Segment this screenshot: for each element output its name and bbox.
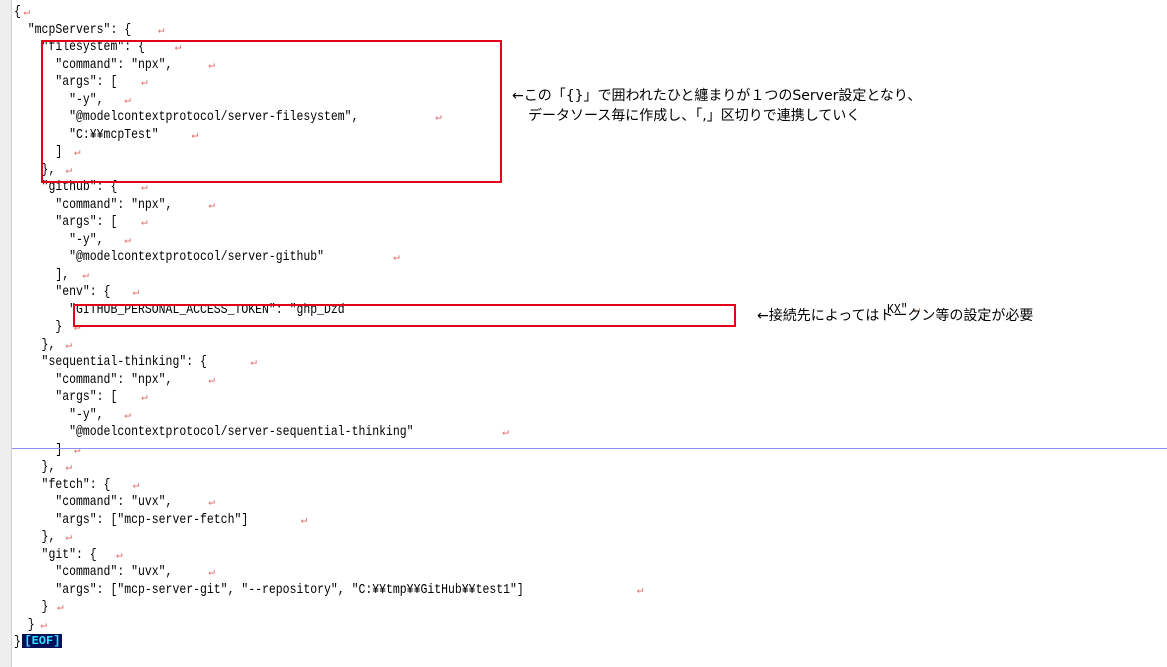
newline-mark: ↵: [141, 217, 148, 229]
code-line: }, ↵: [14, 529, 920, 547]
code-line: "@modelcontextprotocol/server-sequential…: [14, 424, 920, 442]
newline-mark: ↵: [250, 357, 257, 369]
newline-mark: ↵: [141, 182, 148, 194]
code-text: "args": [: [14, 389, 118, 405]
newline-mark: ↵: [208, 567, 215, 579]
code-line: "git": { ↵: [14, 547, 920, 565]
code-text: "command": "uvx",: [14, 564, 173, 580]
editor-gutter: [0, 0, 12, 667]
code-text: }: [14, 634, 21, 650]
newline-mark: ↵: [132, 479, 140, 492]
code-text: "fetch": {: [14, 476, 111, 493]
newline-mark: ↵: [157, 24, 165, 37]
newline-mark: ↵: [124, 234, 131, 247]
code-text: "env": {: [14, 284, 111, 300]
code-line: "@modelcontextprotocol/server-github" ↵: [14, 249, 920, 267]
code-text: }: [14, 599, 49, 615]
code-line: } ↵: [14, 599, 920, 617]
code-text: "args": ["mcp-server-git", "--repository…: [14, 581, 524, 598]
code-text: }: [14, 319, 63, 335]
code-line: "command": "uvx", ↵: [14, 494, 920, 512]
code-text: "-y",: [14, 231, 104, 248]
code-line: }, ↵: [14, 337, 920, 355]
newline-mark: ↵: [65, 532, 73, 544]
code-text: "command": "npx",: [14, 196, 173, 213]
code-line: "command": "npx", ↵: [14, 197, 920, 215]
code-text: "-y",: [14, 406, 104, 423]
code-line: "command": "npx", ↵: [14, 372, 920, 390]
newline-mark: ↵: [300, 514, 308, 527]
newline-mark: ↵: [115, 549, 123, 562]
code-text: "sequential-thinking": {: [14, 354, 207, 370]
newline-mark: ↵: [124, 409, 131, 422]
token-highlight-box: [73, 304, 736, 327]
code-line: "-y", ↵: [14, 407, 920, 425]
newline-mark: ↵: [23, 7, 31, 19]
newline-mark: ↵: [141, 392, 148, 404]
code-line: "args": [ ↵: [14, 389, 920, 407]
newline-mark: ↵: [132, 287, 140, 299]
code-line: "fetch": { ↵: [14, 477, 920, 495]
cursor-line: [12, 448, 1167, 449]
newline-mark: ↵: [208, 497, 215, 509]
code-line: "mcpServers": { ↵: [14, 22, 920, 40]
code-text: },: [14, 529, 56, 545]
code-line: "sequential-thinking": { ↵: [14, 354, 920, 372]
newline-mark: ↵: [636, 584, 644, 597]
code-text: }: [14, 616, 35, 633]
code-line: "command": "uvx", ↵: [14, 564, 920, 582]
code-line: ], ↵: [14, 267, 920, 285]
newline-mark: ↵: [73, 444, 81, 457]
newline-mark: ↵: [65, 462, 73, 474]
code-text: "@modelcontextprotocol/server-sequential…: [14, 424, 414, 440]
code-text: "git": {: [14, 546, 97, 563]
token-annotation: ←接続先によってはトークン等の設定が必要: [757, 308, 1034, 324]
eof-marker: [EOF]: [22, 634, 63, 649]
newline-mark: ↵: [208, 199, 215, 212]
filesystem-highlight-box: [41, 40, 502, 183]
newline-mark: ↵: [208, 374, 215, 387]
newline-mark: ↵: [502, 427, 509, 439]
code-line: "env": { ↵: [14, 284, 920, 302]
code-text: ],: [14, 266, 70, 283]
code-text: "command": "npx",: [14, 371, 173, 388]
code-text: "args": [: [14, 214, 118, 230]
code-line: "-y", ↵: [14, 232, 920, 250]
code-text: "@modelcontextprotocol/server-github": [14, 249, 325, 265]
code-text: ]: [14, 441, 63, 458]
newline-mark: ↵: [40, 619, 47, 632]
code-line: {↵: [14, 4, 920, 22]
code-text: "mcpServers": {: [14, 21, 132, 38]
code-text: },: [14, 336, 56, 353]
newline-mark: ↵: [393, 252, 400, 264]
code-line: } [EOF]: [14, 634, 920, 652]
code-text: },: [14, 459, 56, 475]
code-text: "args": ["mcp-server-fetch"]: [14, 511, 249, 528]
code-line: ] ↵: [14, 442, 920, 460]
code-line: }, ↵: [14, 459, 920, 477]
code-line: } ↵: [14, 617, 920, 635]
code-line: "args": ["mcp-server-git", "--repository…: [14, 582, 920, 600]
code-text: "command": "uvx",: [14, 494, 173, 510]
newline-mark: ↵: [65, 339, 73, 352]
code-line: "args": [ ↵: [14, 214, 920, 232]
newline-mark: ↵: [82, 269, 89, 282]
server-block-annotation-line2: データソース毎に作成し、「,」区切りで連携していく: [528, 108, 861, 124]
newline-mark: ↵: [57, 602, 64, 614]
code-text: {: [14, 4, 21, 20]
server-block-annotation: ←この「{}」で囲われたひと纏まりが１つのServer設定となり、: [512, 88, 922, 104]
code-line: "args": ["mcp-server-fetch"] ↵: [14, 512, 920, 530]
